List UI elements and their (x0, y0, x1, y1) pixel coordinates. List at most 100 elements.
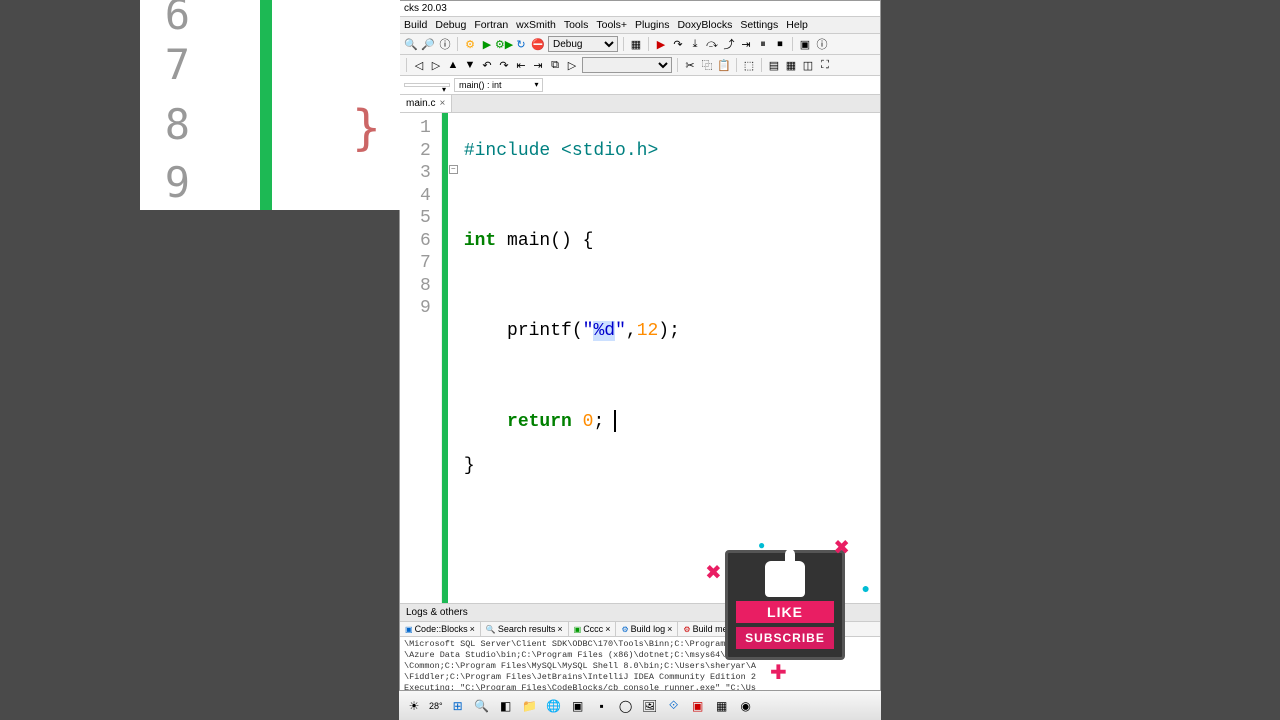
fold-toggle-icon[interactable]: − (449, 165, 458, 174)
menu-wxsmith[interactable]: wxSmith (516, 19, 556, 31)
taskbar-vscode-icon[interactable]: ⟐ (665, 697, 683, 715)
breadcrumb-bar: main() : int (400, 76, 880, 95)
scope-left-dropdown[interactable] (404, 83, 450, 87)
taskbar-taskview-icon[interactable]: ◧ (497, 697, 515, 715)
log-tab-codeblocks[interactable]: ▣Code::Blocks× (400, 622, 481, 636)
select-icon[interactable]: ⬚ (742, 58, 756, 72)
debug-step-icon[interactable]: ⤓ (688, 37, 702, 51)
menu-fortran[interactable]: Fortran (474, 19, 508, 31)
windows-taskbar: ☀ 28° ⊞ 🔍 ◧ 📁 🌐 ▣ ▪ ◯ 🖼 ⟐ ▣ ▦ ◉ (399, 690, 881, 720)
window-icon[interactable]: ▦ (629, 37, 643, 51)
taskbar-codeblocks-icon[interactable]: ▣ (569, 697, 587, 715)
taskbar-weather-icon[interactable]: ☀ (405, 697, 423, 715)
log-tab-search[interactable]: 🔍Search results× (481, 622, 569, 636)
toolbar-row-1: 🔍 🔎 ⓘ ⚙ ▶ ⚙▶ ↻ ⛔ Debug ▦ ▶ ↷ ⤓ ⤼ ⤴ ⇥ ⏸ ⏹… (400, 34, 880, 55)
bg-line-7: 7 (165, 40, 190, 89)
text-cursor (614, 410, 616, 432)
subscribe-banner: SUBSCRIBE (736, 627, 834, 649)
debug-stop-icon[interactable]: ⏹ (773, 37, 787, 51)
forward-icon[interactable]: ▷ (429, 58, 443, 72)
paste-icon[interactable]: 📋 (717, 58, 731, 72)
title-bar-fragment: cks 20.03 (400, 1, 880, 17)
sparkle-icon: ● (758, 538, 765, 552)
tab-main-c[interactable]: main.c × (400, 95, 452, 112)
taskbar-explorer-icon[interactable]: 📁 (521, 697, 539, 715)
overlay-box: LIKE SUBSCRIBE (725, 550, 845, 660)
menu-bar: Build Debug Fortran wxSmith Tools Tools+… (400, 17, 880, 34)
bg-closing-brace: } (352, 100, 381, 156)
editor-tab-bar: main.c × (400, 95, 880, 113)
taskbar-chrome-icon[interactable]: ◯ (617, 697, 635, 715)
sparkle-icon: ✖ (833, 535, 850, 560)
menu-tools[interactable]: Tools (564, 19, 589, 31)
menu-doxyblocks[interactable]: DoxyBlocks (677, 19, 732, 31)
menu-toolsplus[interactable]: Tools+ (596, 19, 627, 31)
target-select[interactable] (582, 57, 672, 73)
tab-label: main.c (406, 98, 435, 109)
sparkle-icon: ✚ (770, 660, 787, 685)
up-icon[interactable]: ▲ (446, 58, 460, 72)
layout-icon[interactable]: ▤ (767, 58, 781, 72)
toolbar-row-2: ◁ ▷ ▲ ▼ ↶ ↷ ⇤ ⇥ ⧉ ▷ ✂ ⿻ 📋 ⬚ ▤ ▦ ◫ ⛶ (400, 55, 880, 76)
run-icon[interactable]: ▶ (480, 37, 494, 51)
taskbar-temp[interactable]: 28° (429, 701, 443, 711)
menu-help[interactable]: Help (786, 19, 808, 31)
copy-icon[interactable]: ⿻ (700, 58, 714, 72)
redo-icon[interactable]: ↷ (497, 58, 511, 72)
debug-continue-icon[interactable]: ↷ (671, 37, 685, 51)
bg-line-8: 8 (165, 100, 190, 149)
jump2-icon[interactable]: ⇥ (531, 58, 545, 72)
debug-step-out-icon[interactable]: ⤴ (722, 37, 736, 51)
debug-cursor-icon[interactable]: ⇥ (739, 37, 753, 51)
taskbar-terminal-icon[interactable]: ▪ (593, 697, 611, 715)
split-icon[interactable]: ◫ (801, 58, 815, 72)
taskbar-start-icon[interactable]: ⊞ (449, 697, 467, 715)
close-tab-icon[interactable]: × (439, 98, 445, 109)
undo-icon[interactable]: ↶ (480, 58, 494, 72)
down-icon[interactable]: ▼ (463, 58, 477, 72)
zoom-icon[interactable]: 🔎 (421, 37, 435, 51)
log-tab-buildlog[interactable]: ⚙Build log× (616, 622, 678, 636)
fit-icon[interactable]: ⛶ (818, 58, 832, 72)
like-banner: LIKE (736, 601, 834, 623)
menu-debug[interactable]: Debug (435, 19, 466, 31)
grid-icon[interactable]: ▦ (784, 58, 798, 72)
menu-plugins[interactable]: Plugins (635, 19, 669, 31)
jump-icon[interactable]: ⇤ (514, 58, 528, 72)
thumbs-up-icon (765, 561, 805, 597)
stop-icon[interactable]: ⛔ (531, 37, 545, 51)
debug-step-over-icon[interactable]: ⤼ (705, 37, 719, 51)
code-content[interactable]: #include <stdio.h> int main() { printf("… (460, 113, 680, 603)
sparkle-icon: ✖ (705, 560, 722, 585)
bg-line-9: 9 (165, 158, 190, 207)
build-config-select[interactable]: Debug (548, 36, 618, 52)
menu-build[interactable]: Build (404, 19, 427, 31)
taskbar-app-icon[interactable]: ▦ (713, 697, 731, 715)
back-icon[interactable]: ◁ (412, 58, 426, 72)
log-tab-cccc[interactable]: ▣Cccc× (569, 622, 617, 636)
bg-line-6: 6 (165, 0, 190, 39)
menu-settings[interactable]: Settings (740, 19, 778, 31)
scope-dropdown[interactable]: main() : int (454, 78, 543, 92)
taskbar-photos-icon[interactable]: 🖼 (641, 697, 659, 715)
cut-icon[interactable]: ✂ (683, 58, 697, 72)
rebuild-icon[interactable]: ↻ (514, 37, 528, 51)
fold-column: − (448, 113, 460, 603)
gear-icon[interactable]: ⚙ (463, 37, 477, 51)
bg-change-marker (260, 0, 272, 210)
debug-pause-icon[interactable]: ⏸ (756, 37, 770, 51)
taskbar-edge-icon[interactable]: 🌐 (545, 697, 563, 715)
taskbar-misc-icon[interactable]: ◉ (737, 697, 755, 715)
background-editor-fragment: 6 7 8 9 } (140, 0, 400, 210)
bookmark-icon[interactable]: ⧉ (548, 58, 562, 72)
debug-info-icon[interactable]: ⓘ (815, 37, 829, 51)
like-subscribe-overlay: LIKE SUBSCRIBE ✖ ✖ ✚ ● ● (710, 530, 860, 680)
debug-start-icon[interactable]: ▶ (654, 37, 668, 51)
taskbar-pdf-icon[interactable]: ▣ (689, 697, 707, 715)
info-icon[interactable]: ⓘ (438, 37, 452, 51)
taskbar-search-icon[interactable]: 🔍 (473, 697, 491, 715)
play-icon[interactable]: ▷ (565, 58, 579, 72)
search-icon[interactable]: 🔍 (404, 37, 418, 51)
debug-window-icon[interactable]: ▣ (798, 37, 812, 51)
build-run-icon[interactable]: ⚙▶ (497, 37, 511, 51)
